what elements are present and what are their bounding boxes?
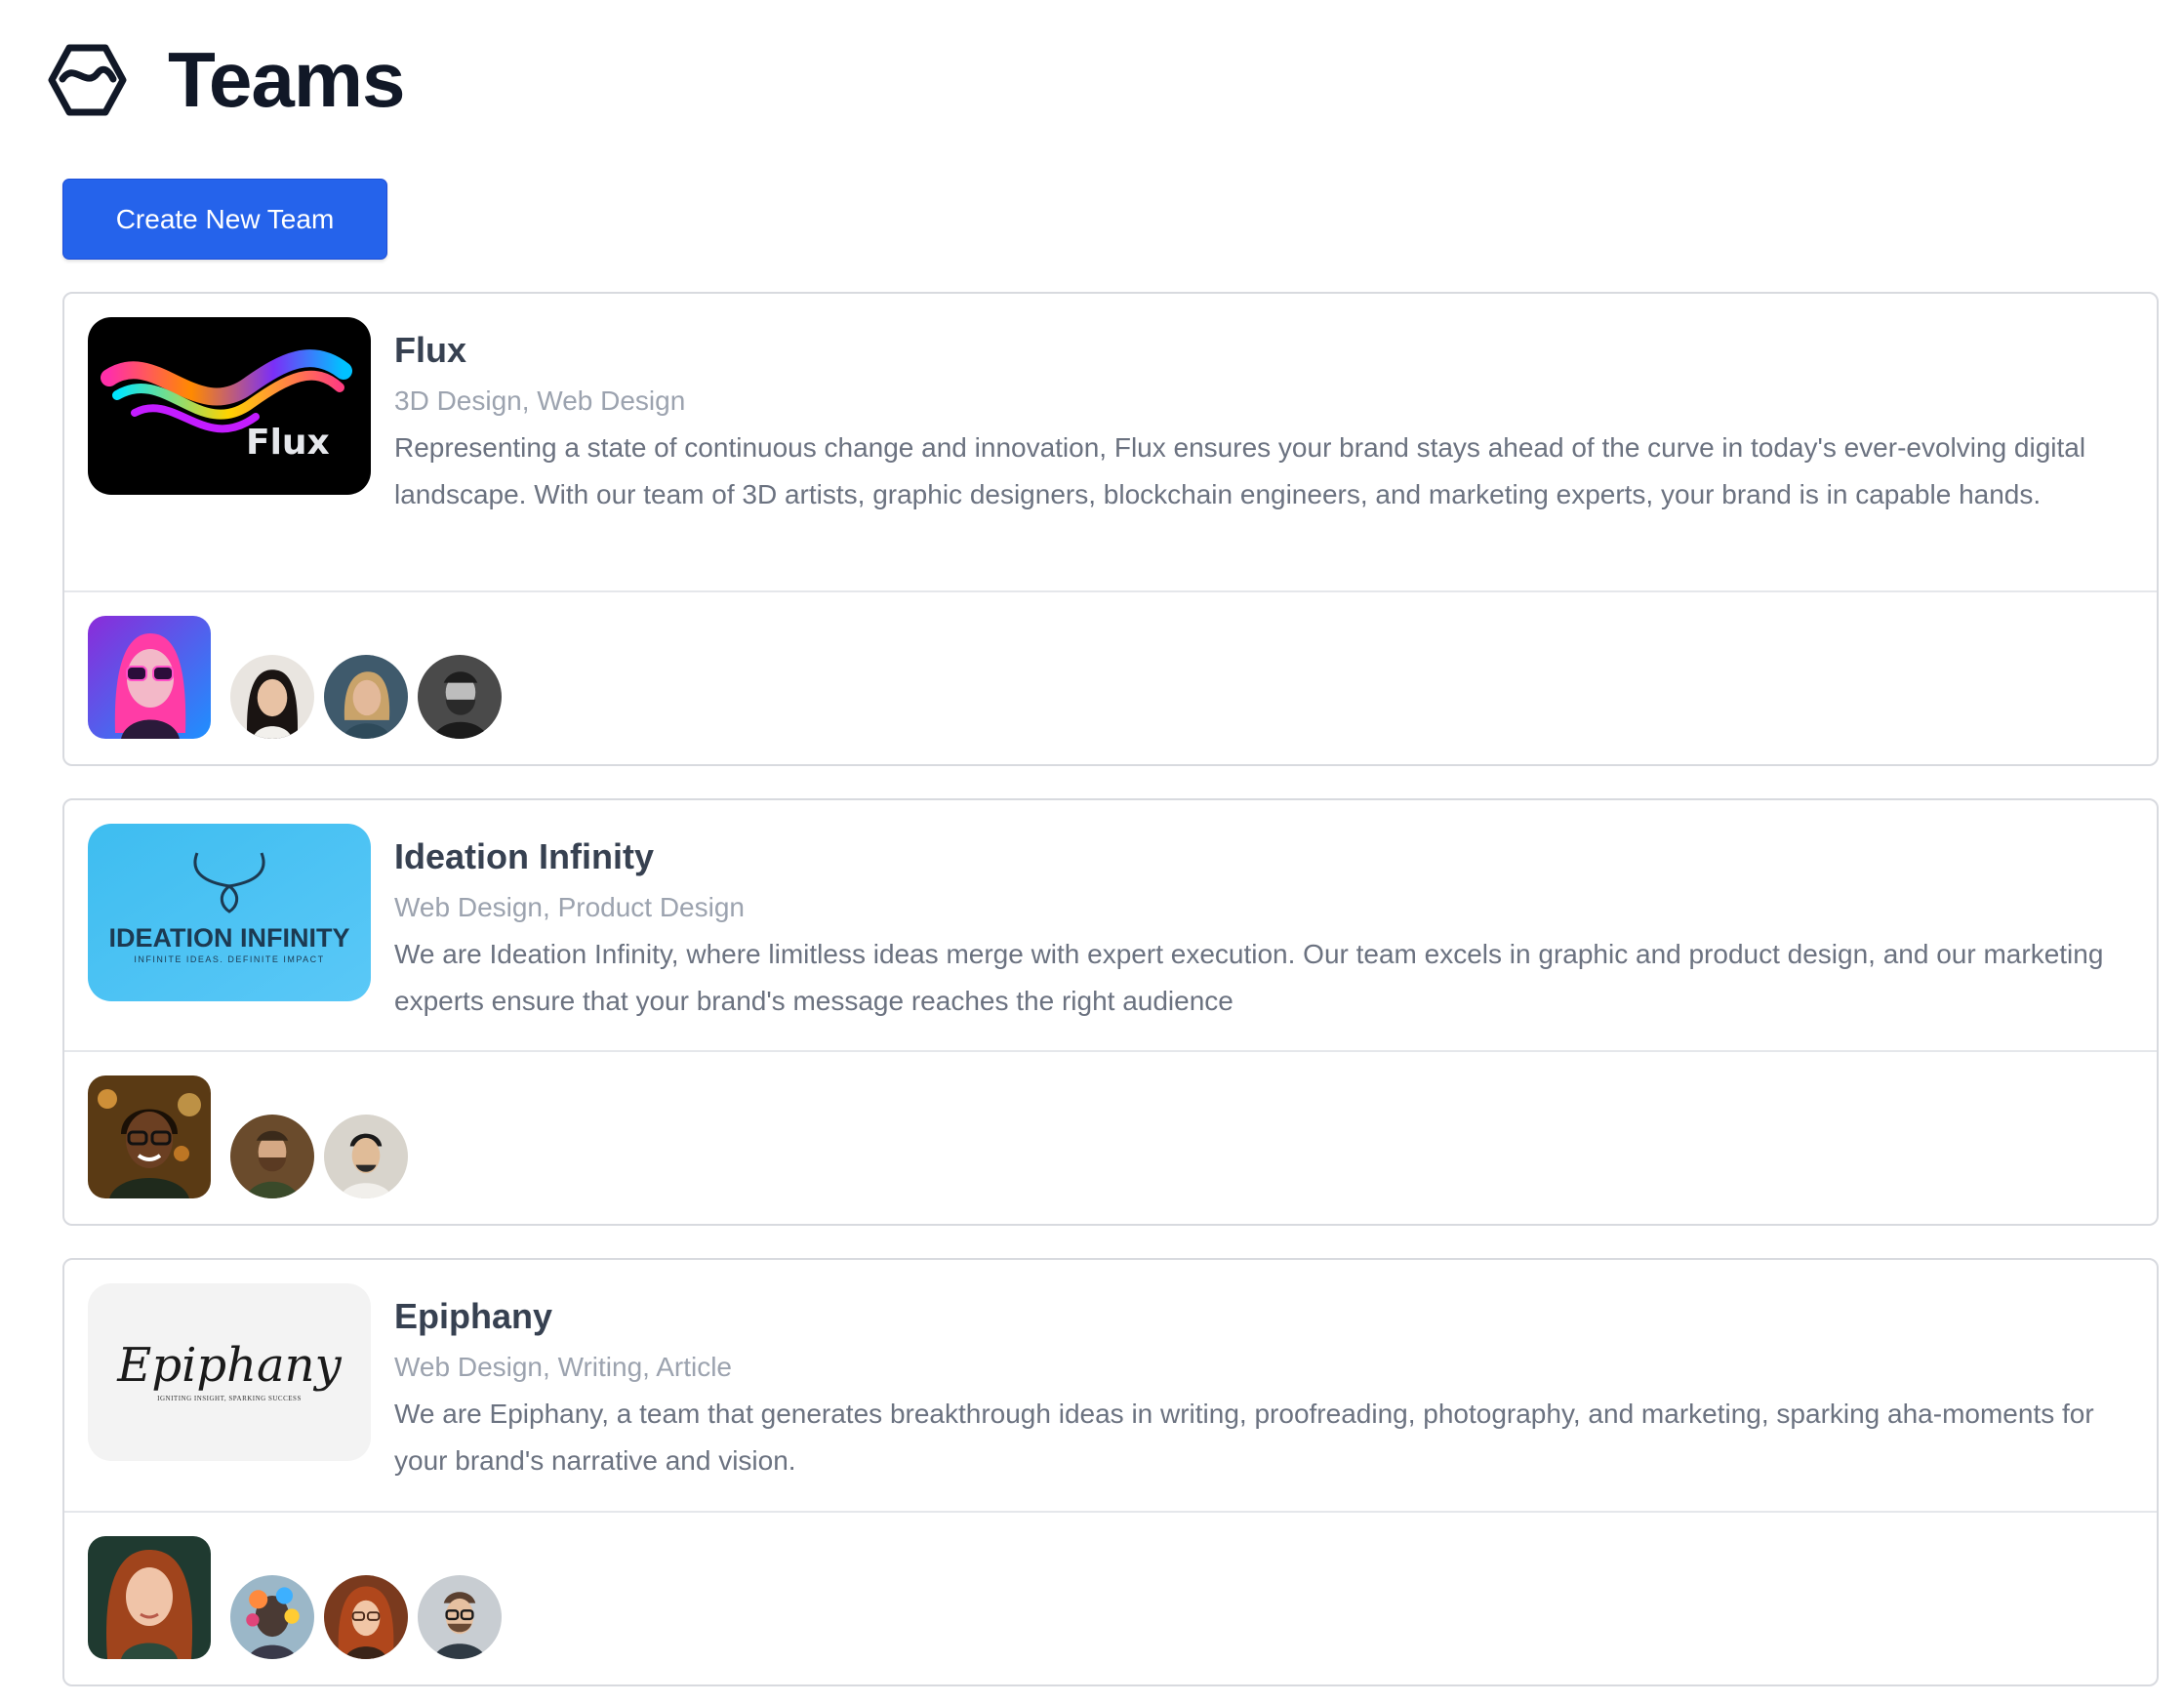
team-card[interactable]: Epiphany IGNITING INSIGHT, SPARKING SUCC…: [62, 1258, 2159, 1686]
ideation-logo-title: IDEATION INFINITY: [109, 923, 350, 953]
team-description: Representing a state of continuous chang…: [394, 432, 2086, 509]
hexagon-wave-logo-icon[interactable]: [45, 38, 129, 122]
member-avatar[interactable]: [322, 653, 410, 741]
team-lead-avatar[interactable]: [88, 616, 211, 739]
team-logo: Epiphany IGNITING INSIGHT, SPARKING SUCC…: [88, 1283, 371, 1461]
page-title: Teams: [168, 36, 406, 123]
team-card[interactable]: IDEATION INFINITY INFINITE IDEAS. DEFINI…: [62, 798, 2159, 1226]
member-avatar[interactable]: [322, 1113, 410, 1200]
epiphany-logo-title: Epiphany: [116, 1338, 342, 1393]
team-logo: IDEATION INFINITY INFINITE IDEAS. DEFINI…: [88, 824, 371, 1001]
member-avatar[interactable]: [228, 1113, 316, 1200]
member-avatar[interactable]: [228, 1573, 316, 1661]
member-avatar[interactable]: [416, 653, 504, 741]
team-members: [64, 592, 2157, 764]
team-tags: Web Design, Writing, Article: [394, 1352, 732, 1382]
epiphany-logo-subtitle: IGNITING INSIGHT, SPARKING SUCCESS: [157, 1395, 302, 1402]
team-card[interactable]: Flux Flux 3D Design, Web Design Represen…: [62, 292, 2159, 766]
member-avatar[interactable]: [228, 653, 316, 741]
team-tags: Web Design, Product Design: [394, 892, 745, 922]
team-name[interactable]: Epiphany: [394, 1293, 2127, 1340]
ideation-logo-subtitle: INFINITE IDEAS. DEFINITE IMPACT: [134, 954, 324, 964]
team-lead-avatar[interactable]: [88, 1075, 211, 1198]
team-members: [64, 1513, 2157, 1684]
team-members: [64, 1052, 2157, 1224]
team-name[interactable]: Ideation Infinity: [394, 833, 2127, 880]
page-header: Teams: [45, 29, 406, 131]
flux-logo-text: Flux: [246, 423, 330, 463]
team-logo: Flux: [88, 317, 371, 495]
create-new-team-button[interactable]: Create New Team: [62, 179, 387, 260]
team-tags: 3D Design, Web Design: [394, 385, 686, 416]
team-description: We are Ideation Infinity, where limitles…: [394, 939, 2104, 1016]
team-name[interactable]: Flux: [394, 327, 2127, 374]
team-description: We are Epiphany, a team that generates b…: [394, 1399, 2094, 1476]
team-lead-avatar[interactable]: [88, 1536, 211, 1659]
member-avatar[interactable]: [416, 1573, 504, 1661]
member-avatar[interactable]: [322, 1573, 410, 1661]
